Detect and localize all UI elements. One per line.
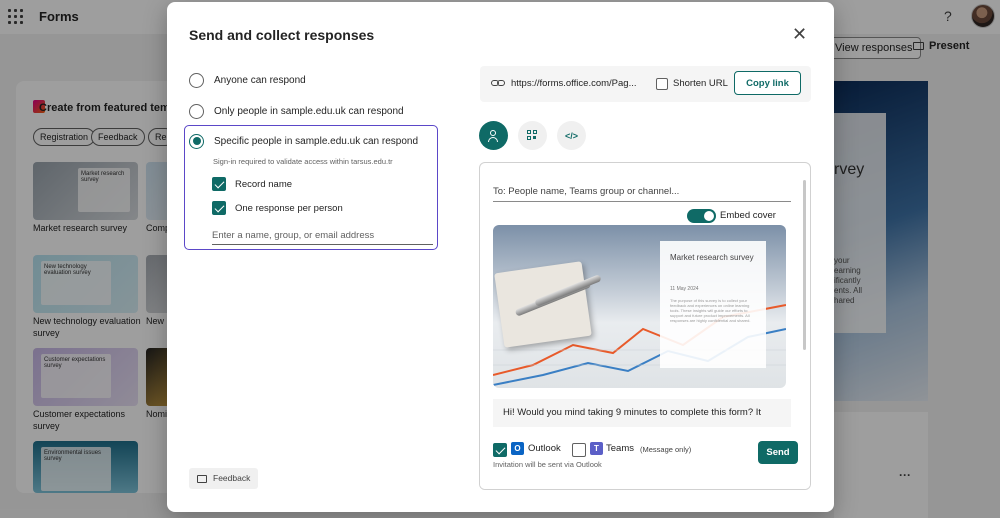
option-specific-people[interactable]: Specific people in sample.edu.uk can res… [189, 132, 418, 150]
option-anyone[interactable]: Anyone can respond [189, 71, 306, 89]
embed-cover-toggle[interactable] [687, 209, 716, 223]
send-dialog: Send and collect responses ✕ Anyone can … [167, 2, 834, 512]
record-name-checkbox[interactable]: Record name [212, 176, 292, 192]
invite-message[interactable]: Hi! Would you mind taking 9 minutes to c… [493, 399, 791, 429]
feedback-label: Feedback [213, 473, 251, 483]
chat-icon [197, 474, 207, 483]
link-icon [491, 78, 505, 88]
teams-checkbox[interactable] [572, 443, 586, 457]
outlook-checkbox[interactable] [493, 443, 507, 457]
checkbox[interactable] [212, 177, 226, 191]
qr-code-icon [518, 121, 547, 150]
option-label: Specific people in sample.edu.uk can res… [214, 135, 419, 147]
close-icon[interactable]: ✕ [792, 25, 807, 43]
radio-button[interactable] [189, 103, 204, 119]
feedback-button[interactable]: Feedback [189, 468, 259, 489]
person-add-icon [479, 121, 508, 150]
signin-hint: Sign-in required to validate access with… [213, 157, 393, 166]
cover-image: Market research survey 11 May 2024 The p… [493, 225, 786, 388]
outlook-label: Outlook [528, 443, 561, 454]
record-name-label: Record name [235, 178, 293, 190]
dialog-title: Send and collect responses [189, 27, 375, 43]
checkbox[interactable] [212, 201, 226, 215]
compose-scrollbar[interactable] [803, 180, 806, 350]
invite-note: Invitation will be sent via Outlook [493, 460, 602, 469]
people-input[interactable] [212, 227, 433, 245]
teams-label: Teams [606, 443, 634, 454]
radio-button-selected[interactable] [189, 133, 204, 149]
cover-form-sheet: Market research survey 11 May 2024 The p… [660, 241, 766, 368]
invite-compose-card: Embed cover Market research survey 11 Ma… [479, 162, 811, 490]
cover-body: The purpose of this survey is to collect… [670, 298, 751, 323]
radio-button[interactable] [189, 72, 204, 88]
embed-cover-label: Embed cover [720, 210, 776, 221]
teams-sublabel: (Message only) [640, 445, 692, 454]
cover-date: 11 May 2024 [670, 286, 699, 292]
recipients-input[interactable] [493, 182, 791, 202]
shorten-url-checkbox[interactable] [656, 78, 668, 90]
tab-embed[interactable]: </> [557, 121, 586, 150]
form-link-url[interactable]: https://forms.office.com/Pag... [511, 78, 637, 89]
one-response-label: One response per person [235, 202, 343, 214]
one-response-checkbox[interactable]: One response per person [212, 200, 343, 216]
tab-invite-people[interactable] [479, 121, 508, 150]
option-organization[interactable]: Only people in sample.edu.uk can respond [189, 102, 404, 120]
tab-qr-code[interactable] [518, 121, 547, 150]
copy-link-button[interactable]: Copy link [734, 71, 801, 95]
code-icon: </> [564, 130, 578, 141]
compose-footer: O Outlook T Teams (Message only) Invitat… [480, 427, 810, 489]
link-bar: https://forms.office.com/Pag... Shorten … [480, 66, 811, 102]
option-label: Anyone can respond [214, 74, 306, 86]
send-button[interactable]: Send [758, 441, 798, 464]
cover-title: Market research survey [670, 253, 754, 262]
outlook-icon: O [511, 442, 524, 455]
teams-icon: T [590, 442, 603, 455]
option-label: Only people in sample.edu.uk can respond [214, 105, 404, 117]
shorten-url-label: Shorten URL [673, 78, 728, 89]
